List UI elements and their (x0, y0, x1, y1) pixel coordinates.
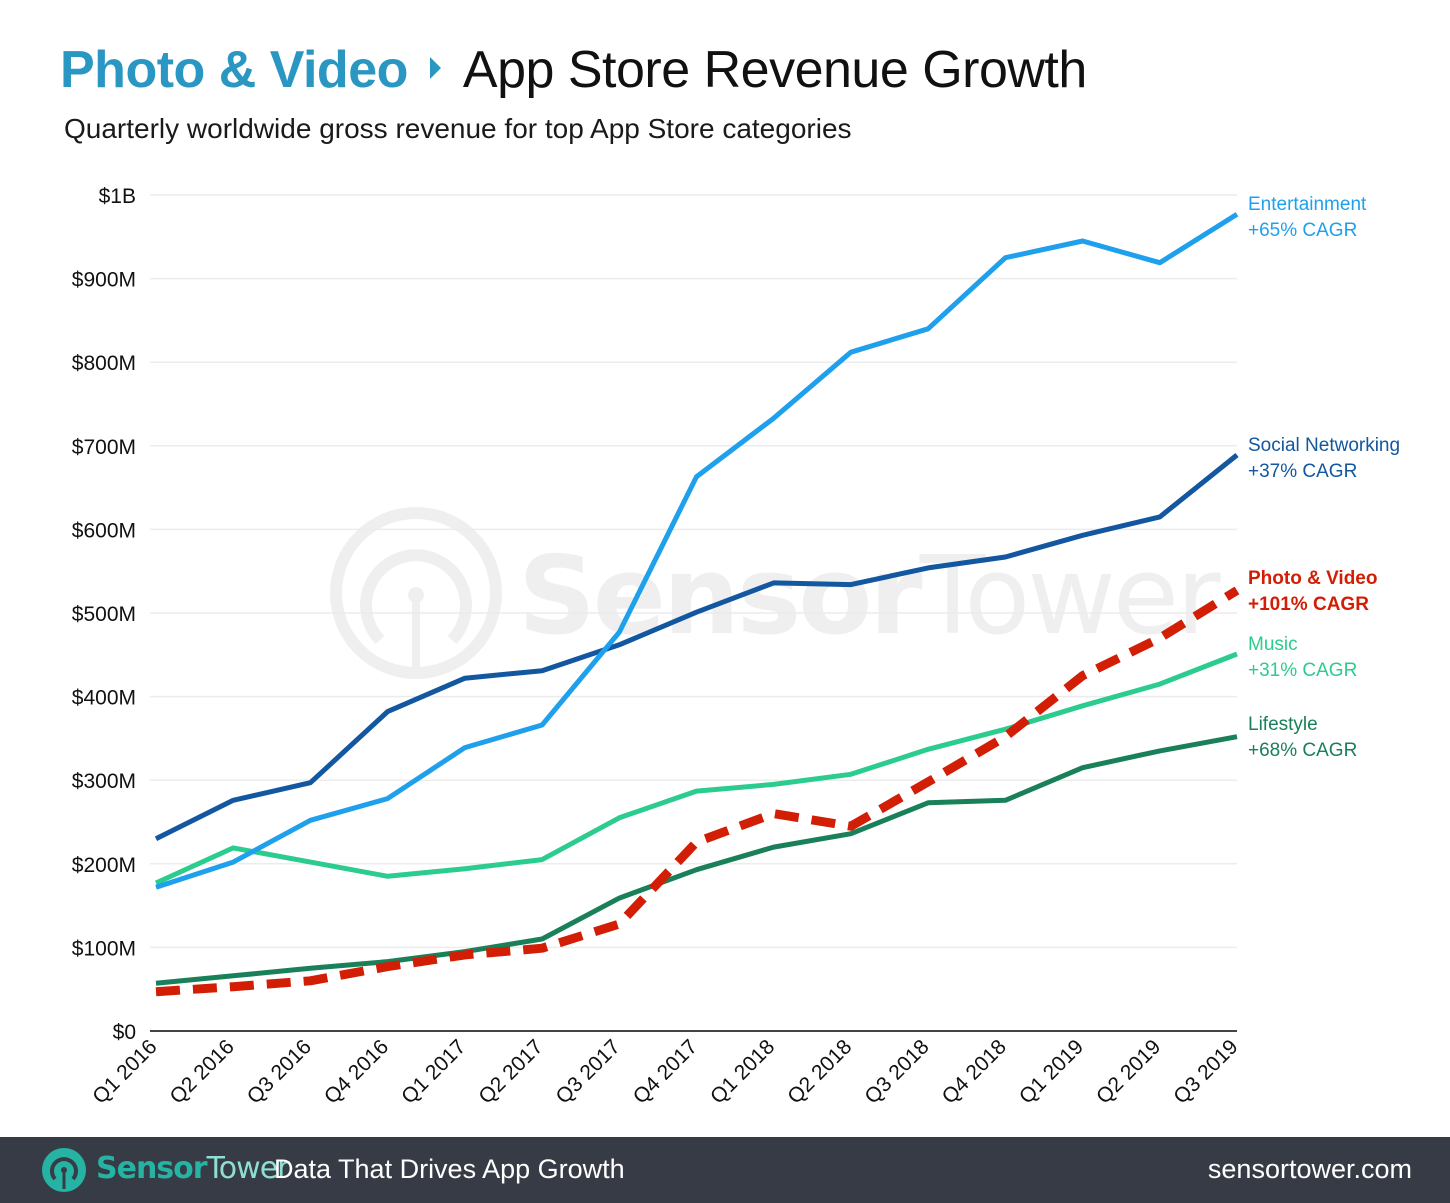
watermark-logo-icon (330, 507, 502, 679)
footer-bar: SensorTower Data That Drives App Growth … (0, 1137, 1450, 1203)
watermark: SensorTower (330, 507, 1224, 679)
x-tick-label: Q1 2016 (88, 1035, 161, 1108)
x-tick-label: Q4 2017 (629, 1035, 702, 1108)
x-axis: Q1 2016 Q2 2016 Q3 2016 Q4 2016 Q1 2017 Q2 20… (88, 1030, 1243, 1109)
x-tick-label: Q1 2017 (397, 1035, 470, 1108)
brand-bold: Sensor (96, 1151, 208, 1186)
x-tick-label: Q2 2018 (783, 1035, 856, 1108)
x-tick-label: Q2 2019 (1092, 1035, 1165, 1108)
x-tick-label: Q3 2019 (1169, 1035, 1242, 1108)
y-tick-label: $0 (113, 1021, 136, 1044)
footer-tagline: Data That Drives App Growth (274, 1154, 625, 1184)
x-tick-label: Q2 2016 (166, 1035, 239, 1108)
x-tick-label: Q1 2019 (1015, 1035, 1088, 1108)
y-tick-label: $1B (99, 185, 136, 208)
series-label-cagr: +68% CAGR (1248, 740, 1357, 761)
y-tick-label: $500M (72, 603, 136, 626)
x-tick-label: Q3 2018 (860, 1035, 933, 1108)
x-tick-label: Q3 2017 (552, 1035, 625, 1108)
y-tick-label: $200M (72, 854, 136, 877)
sensor-tower-logo-icon (42, 1148, 86, 1192)
x-tick-label: Q4 2018 (938, 1035, 1011, 1108)
footer-brand: SensorTower (96, 1152, 289, 1186)
series-label-cagr: +37% CAGR (1248, 461, 1357, 482)
footer-site-link[interactable]: sensortower.com (1208, 1154, 1412, 1185)
series-label-cagr: +65% CAGR (1248, 220, 1357, 241)
series-label-name: Entertainment (1248, 194, 1367, 215)
series-label-cagr: +101% CAGR (1248, 594, 1369, 615)
x-tick-label: Q1 2018 (706, 1035, 779, 1108)
y-tick-label: $300M (72, 770, 136, 793)
series-label-name: Music (1248, 634, 1298, 655)
y-tick-label: $800M (72, 352, 136, 375)
series-label-name: Photo & Video (1248, 568, 1377, 589)
y-tick-label: $100M (72, 937, 136, 960)
series-labels: Entertainment +65% CAGR Social Networking +… (1248, 194, 1400, 761)
x-tick-label: Q2 2017 (474, 1035, 547, 1108)
series-label-name: Lifestyle (1248, 714, 1318, 735)
x-tick-label: Q3 2016 (243, 1035, 316, 1108)
line-chart: SensorTower $0$100M$200M$300M$400M$500M$… (72, 185, 1400, 1109)
y-tick-label: $900M (72, 269, 136, 292)
y-tick-label: $400M (72, 687, 136, 710)
svg-text:SensorTower: SensorTower (518, 534, 1221, 659)
x-tick-label: Q4 2016 (320, 1035, 393, 1108)
y-axis: $0 $100M $200M $300M $400M $500M $600M $700M $80… (72, 185, 136, 1044)
watermark-text-light: Tower (919, 534, 1221, 659)
y-tick-label: $600M (72, 519, 136, 542)
series-label-cagr: +31% CAGR (1248, 660, 1357, 681)
y-tick-label: $700M (72, 436, 136, 459)
series-label-name: Social Networking (1248, 435, 1400, 456)
watermark-text-bold: Sensor (518, 534, 922, 659)
